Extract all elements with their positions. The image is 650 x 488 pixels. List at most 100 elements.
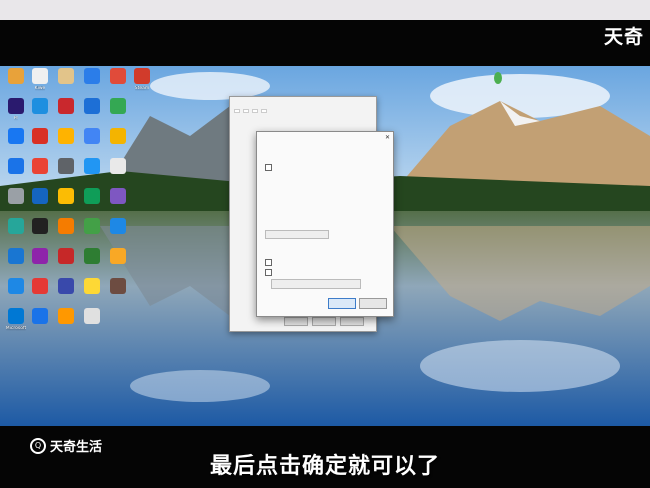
desktop-icon[interactable]: [54, 188, 78, 222]
properties-cancel-button[interactable]: [312, 317, 336, 326]
desktop-icon[interactable]: [4, 188, 28, 222]
desktop-icon[interactable]: [4, 158, 28, 192]
desktop-icon[interactable]: [106, 218, 130, 252]
top-letterbox: [0, 20, 650, 66]
desktop-icon[interactable]: [28, 98, 52, 132]
dpi-checkbox-1[interactable]: [265, 164, 272, 171]
app-icon: [32, 188, 48, 204]
app-icon: [84, 68, 100, 84]
app-icon: [110, 128, 126, 144]
ok-button[interactable]: [328, 298, 356, 309]
app-icon: [58, 158, 74, 174]
desktop-icon[interactable]: [80, 98, 104, 132]
desktop-icon[interactable]: [28, 218, 52, 252]
app-icon: [110, 68, 126, 84]
desktop-icon[interactable]: [4, 68, 28, 102]
desktop-icon[interactable]: [80, 248, 104, 282]
desktop-icon[interactable]: [4, 278, 28, 312]
desktop-icon[interactable]: [54, 218, 78, 252]
properties-apply-button[interactable]: [340, 317, 364, 326]
desktop-icon[interactable]: [106, 248, 130, 282]
dpi-field[interactable]: [265, 230, 329, 239]
desktop-icon[interactable]: [28, 128, 52, 162]
desktop-icon[interactable]: [80, 188, 104, 222]
app-icon: [58, 248, 74, 264]
desktop-icon[interactable]: [28, 248, 52, 282]
desktop-icon[interactable]: [28, 308, 52, 342]
app-icon: [32, 128, 48, 144]
desktop-icon[interactable]: [54, 128, 78, 162]
app-icon: [84, 218, 100, 234]
desktop-icon[interactable]: [28, 188, 52, 222]
app-icon: [84, 188, 100, 204]
desktop-icon[interactable]: [54, 278, 78, 312]
desktop-icon-label: Pr: [13, 116, 19, 121]
desktop-icon[interactable]: [28, 158, 52, 192]
app-icon: [32, 68, 48, 84]
properties-ok-button[interactable]: [284, 317, 308, 326]
app-icon: [8, 248, 24, 264]
dpi-checkbox-3[interactable]: [265, 269, 272, 276]
desktop-icon-label: Kiwe: [34, 86, 46, 91]
app-icon: [32, 248, 48, 264]
app-icon: [32, 308, 48, 324]
desktop-icon[interactable]: [106, 68, 130, 102]
desktop-icon[interactable]: [54, 248, 78, 282]
desktop-icon[interactable]: [4, 218, 28, 252]
desktop-icon[interactable]: [80, 128, 104, 162]
app-icon: [84, 158, 100, 174]
desktop-icon[interactable]: [4, 128, 28, 162]
app-icon: [84, 308, 100, 324]
app-icon: [58, 308, 74, 324]
desktop-icon-label: Steam: [134, 86, 150, 91]
desktop-icon[interactable]: [106, 188, 130, 222]
app-icon: [84, 278, 100, 294]
app-icon: [8, 158, 24, 174]
app-icon: [8, 218, 24, 234]
screenshot-frame: 天奇 Kiwe Steam Pr Microsoft ✕ Q 天奇生活 最后点击…: [0, 0, 650, 488]
dpi-checkbox-2[interactable]: [265, 259, 272, 266]
desktop-icon[interactable]: [54, 308, 78, 342]
tab-security[interactable]: [252, 109, 258, 113]
app-icon: [110, 98, 126, 114]
desktop-icon[interactable]: [54, 98, 78, 132]
app-icon: [58, 278, 74, 294]
app-icon: [84, 128, 100, 144]
app-icon: [32, 98, 48, 114]
desktop-icon[interactable]: [80, 308, 104, 342]
desktop-icon[interactable]: [106, 278, 130, 312]
app-icon: [8, 98, 24, 114]
properties-tabs: [234, 109, 267, 113]
cancel-button[interactable]: [359, 298, 387, 309]
desktop-icon[interactable]: [80, 218, 104, 252]
app-icon: [84, 98, 100, 114]
app-icon: [8, 68, 24, 84]
tab-general[interactable]: [234, 109, 240, 113]
desktop-icon[interactable]: [80, 158, 104, 192]
tab-details[interactable]: [261, 109, 267, 113]
app-icon: [32, 158, 48, 174]
watermark-logo: 天奇: [603, 26, 644, 48]
desktop-icon[interactable]: [106, 158, 130, 192]
app-icon: [8, 308, 24, 324]
desktop-icon[interactable]: [80, 68, 104, 102]
desktop-icon[interactable]: [106, 98, 130, 132]
desktop-icon[interactable]: Kiwe: [28, 68, 52, 102]
desktop-icon[interactable]: [4, 248, 28, 282]
desktop-icon[interactable]: [54, 68, 78, 102]
app-icon: [8, 188, 24, 204]
desktop-icon[interactable]: [54, 158, 78, 192]
dpi-scaling-select[interactable]: [271, 279, 361, 289]
app-icon: [8, 128, 24, 144]
tab-compat[interactable]: [243, 109, 249, 113]
desktop-icon-label: Microsoft: [5, 326, 27, 331]
desktop-icon[interactable]: [28, 278, 52, 312]
desktop-icon[interactable]: Pr: [4, 98, 28, 132]
close-icon[interactable]: ✕: [385, 134, 390, 141]
dpi-settings-dialog: ✕: [256, 131, 394, 317]
desktop-icon[interactable]: [106, 128, 130, 162]
desktop-icon[interactable]: Microsoft: [4, 308, 28, 342]
desktop-icon[interactable]: [80, 278, 104, 312]
app-icon: [58, 98, 74, 114]
desktop-icon[interactable]: Steam: [130, 68, 154, 102]
